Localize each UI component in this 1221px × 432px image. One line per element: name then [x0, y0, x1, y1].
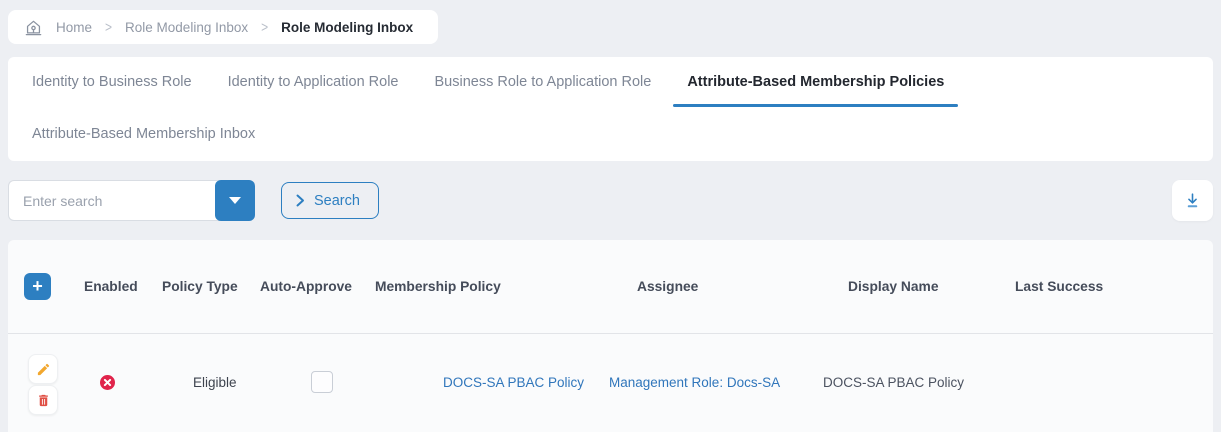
search-button[interactable]: Search [281, 182, 379, 219]
search-input[interactable] [8, 180, 220, 221]
caret-down-icon [229, 197, 241, 204]
search-group [8, 180, 255, 221]
cell-assignee-link[interactable]: Management Role: Docs-SA [609, 375, 780, 391]
enabled-status-icon-disabled [100, 375, 115, 395]
table-header-divider [8, 333, 1213, 334]
search-dropdown-button[interactable] [215, 180, 255, 221]
search-button-label: Search [314, 193, 360, 209]
column-header-membership-policy: Membership Policy [375, 240, 501, 333]
chevron-right-icon: > [261, 18, 268, 36]
breadcrumb-item-role-modeling-inbox[interactable]: Role Modeling Inbox [125, 20, 248, 35]
cell-policy-type: Eligible [193, 375, 237, 391]
tab-attribute-based-membership-inbox[interactable]: Attribute-Based Membership Inbox [18, 107, 269, 161]
delete-row-button[interactable] [28, 385, 58, 415]
breadcrumb: Home > Role Modeling Inbox > Role Modeli… [8, 10, 438, 44]
tab-row-2: Attribute-Based Membership Inbox [8, 107, 1213, 161]
breadcrumb-item-current: Role Modeling Inbox [281, 20, 413, 35]
auto-approve-checkbox[interactable] [311, 371, 333, 393]
add-policy-button[interactable]: + [24, 273, 51, 300]
column-header-last-success: Last Success [1015, 240, 1103, 333]
cell-membership-policy-link[interactable]: DOCS-SA PBAC Policy [443, 375, 584, 391]
policies-table: + Enabled Policy Type Auto-Approve Membe… [8, 240, 1213, 432]
trash-icon [36, 393, 51, 408]
cell-display-name: DOCS-SA PBAC Policy [823, 375, 964, 391]
tabs-card: Identity to Business Role Identity to Ap… [8, 57, 1213, 161]
column-header-auto-approve: Auto-Approve [260, 240, 352, 333]
chevron-right-icon: > [105, 18, 112, 36]
download-button[interactable] [1172, 180, 1213, 221]
chevron-right-icon [296, 194, 305, 207]
tab-identity-to-business-role[interactable]: Identity to Business Role [18, 57, 206, 107]
column-header-policy-type: Policy Type [162, 240, 238, 333]
pencil-icon [36, 362, 51, 377]
tab-identity-to-application-role[interactable]: Identity to Application Role [214, 57, 413, 107]
column-header-display-name: Display Name [848, 240, 939, 333]
home-icon[interactable] [24, 18, 43, 37]
tab-business-role-to-application-role[interactable]: Business Role to Application Role [420, 57, 665, 107]
tab-row-1: Identity to Business Role Identity to Ap… [8, 57, 1213, 107]
download-icon [1183, 191, 1202, 210]
column-header-assignee: Assignee [637, 240, 698, 333]
tab-attribute-based-membership-policies[interactable]: Attribute-Based Membership Policies [673, 57, 958, 107]
edit-row-button[interactable] [28, 354, 58, 384]
column-header-enabled: Enabled [84, 240, 138, 333]
breadcrumb-item-home[interactable]: Home [56, 20, 92, 35]
